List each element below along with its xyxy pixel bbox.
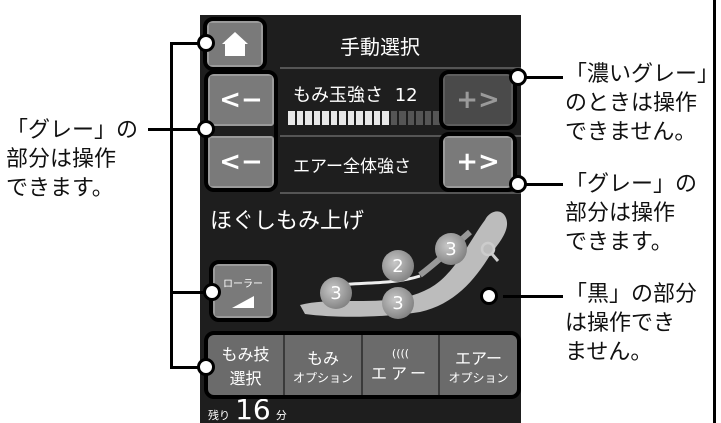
body-marker-waist: 2 bbox=[382, 250, 414, 282]
title-divider bbox=[280, 67, 521, 69]
callout-right-bottom bbox=[503, 295, 563, 298]
callout-dot-black bbox=[480, 287, 498, 305]
intensity-gauge bbox=[288, 111, 440, 125]
annotation-right-bottom-line3: ません。 bbox=[565, 340, 653, 365]
callout-dot-minus bbox=[197, 120, 215, 138]
remaining-unit: 分 bbox=[275, 409, 287, 422]
callout-dot-roller bbox=[203, 283, 221, 301]
gauge-segment bbox=[365, 111, 372, 125]
annotation-left-line1: 「グレー」の bbox=[6, 118, 139, 143]
annotation-left-line2: 部分は操作 bbox=[6, 147, 117, 172]
gauge-segment bbox=[313, 111, 321, 125]
highlight-plus-bottom bbox=[439, 132, 517, 192]
gauge-segment bbox=[424, 111, 432, 125]
annotation-right-top-line1: 「濃いグレー」 bbox=[565, 62, 720, 87]
annotation-right-top: 「濃いグレー」 のときは操作 できません。 bbox=[565, 60, 719, 147]
highlight-minus-buttons bbox=[204, 70, 278, 192]
highlight-plus-top bbox=[439, 70, 517, 130]
callout-dot-plus-bottom bbox=[509, 175, 527, 193]
callout-dot-tabs bbox=[197, 358, 215, 376]
highlight-tabs bbox=[204, 331, 521, 399]
annotation-right-mid: 「グレー」の 部分は操作 できます。 bbox=[565, 170, 697, 257]
gauge-segment bbox=[296, 111, 304, 125]
gauge-segment bbox=[356, 111, 363, 125]
gauge-segment bbox=[339, 111, 346, 125]
intensity-value: 12 bbox=[394, 85, 418, 106]
gauge-segment bbox=[322, 111, 329, 125]
body-marker-back: 3 bbox=[435, 233, 467, 265]
callout-right-top bbox=[523, 76, 563, 79]
body-marker-calf: 3 bbox=[382, 287, 414, 319]
annotation-right-mid-line2: 部分は操作 bbox=[565, 201, 676, 226]
callout-dot-plus-top bbox=[509, 68, 527, 86]
annotation-right-bottom-line2: は操作でき bbox=[565, 311, 676, 336]
callout-right-mid bbox=[523, 183, 563, 186]
remaining-label: 残り bbox=[208, 409, 230, 422]
annotation-right-bottom: 「黒」の部分 は操作でき ません。 bbox=[565, 280, 697, 367]
intensity-label: もみ玉強さ 12 bbox=[293, 81, 418, 107]
callout-dot-home bbox=[197, 34, 215, 52]
annotation-left: 「グレー」の 部分は操作 できます。 bbox=[6, 116, 138, 203]
gauge-segment bbox=[330, 111, 338, 125]
gauge-segment bbox=[288, 111, 295, 125]
gauge-segment bbox=[347, 111, 355, 125]
body-marker-thigh: 3 bbox=[320, 277, 352, 309]
remaining-time: 残り 16 分 bbox=[208, 396, 287, 423]
gauge-segment bbox=[390, 111, 398, 125]
annotation-right-mid-line3: できます。 bbox=[565, 230, 673, 255]
gauge-segment bbox=[399, 111, 406, 125]
air-intensity-label: エアー全体強さ bbox=[293, 157, 411, 177]
annotation-left-line3: できます。 bbox=[6, 176, 114, 201]
gauge-segment bbox=[373, 111, 381, 125]
gauge-segment bbox=[407, 111, 415, 125]
callout-left-home bbox=[148, 128, 204, 131]
callout-left-vertical bbox=[170, 43, 173, 367]
intensity-label-text: もみ玉強さ bbox=[293, 85, 383, 106]
annotation-right-top-line3: できません。 bbox=[565, 120, 697, 145]
annotation-right-mid-line1: 「グレー」の bbox=[565, 172, 698, 197]
zoom-icon bbox=[480, 241, 500, 262]
gauge-segment bbox=[305, 111, 312, 125]
gauge-segment bbox=[382, 111, 389, 125]
annotation-right-bottom-line1: 「黒」の部分 bbox=[565, 282, 698, 307]
air-divider bbox=[280, 192, 521, 194]
screen-title: 手動選択 bbox=[340, 35, 420, 59]
annotation-right-top-line2: のときは操作 bbox=[565, 91, 698, 116]
gauge-segment bbox=[416, 111, 423, 125]
